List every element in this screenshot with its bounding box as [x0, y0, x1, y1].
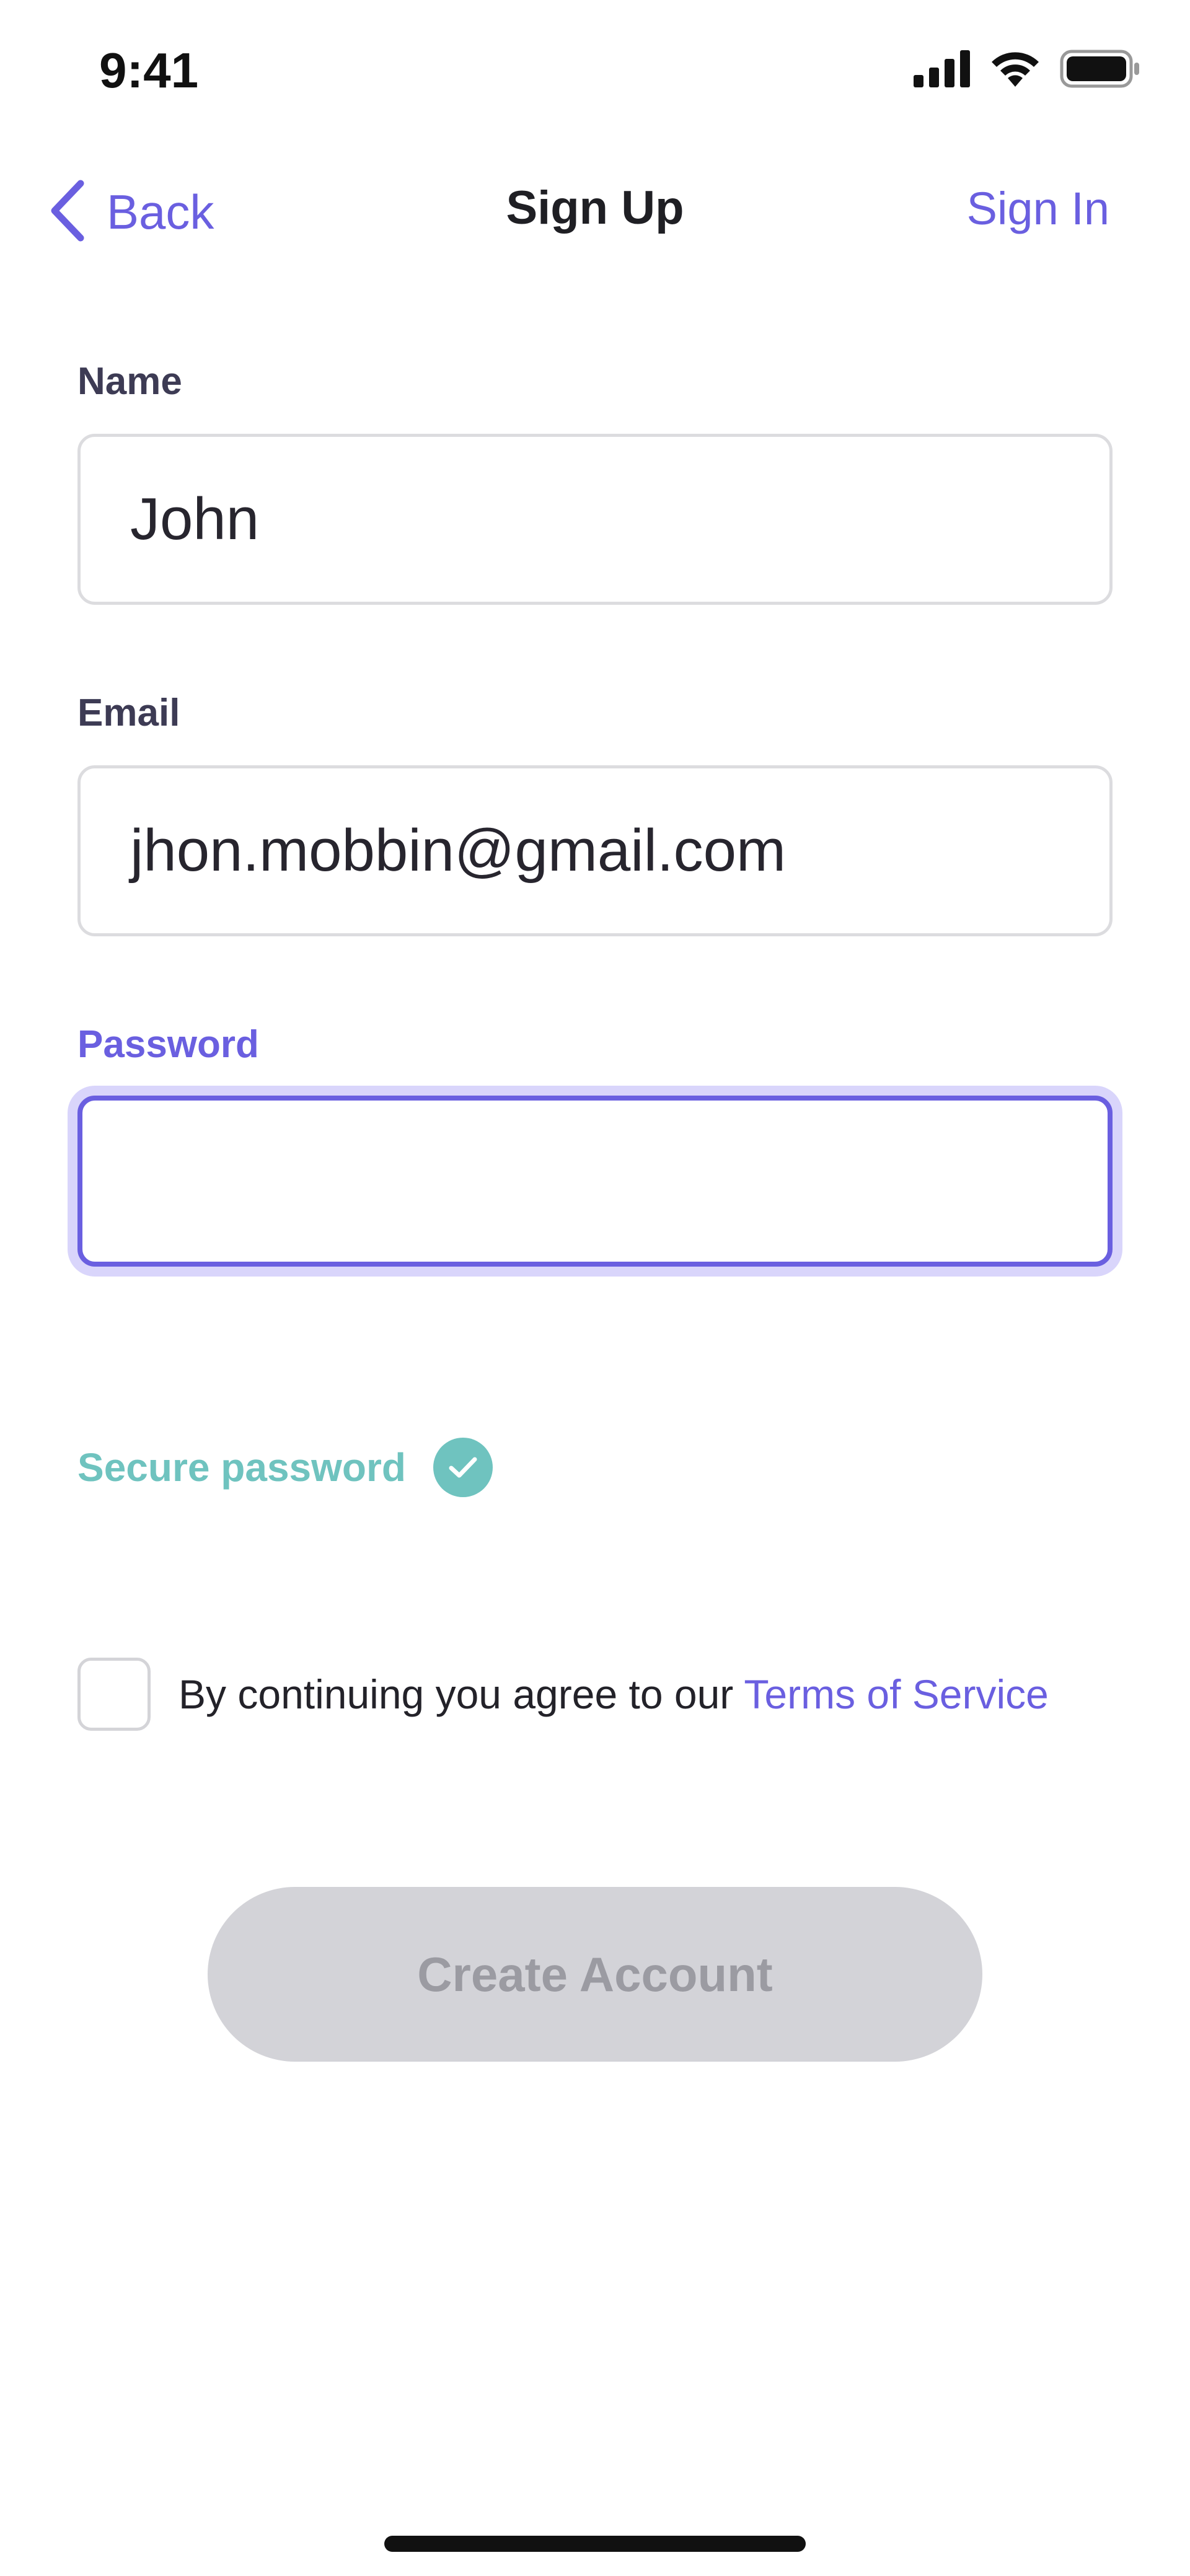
- email-label: Email: [77, 692, 180, 734]
- name-value: John: [130, 486, 260, 552]
- terms-prefix: By continuing you agree to our: [178, 1671, 744, 1717]
- wifi-icon: [989, 50, 1041, 91]
- terms-text: By continuing you agree to our Terms of …: [178, 1671, 1049, 1718]
- terms-checkbox[interactable]: [77, 1658, 151, 1731]
- battery-icon: [1060, 50, 1140, 91]
- cellular-signal-icon: [914, 50, 971, 90]
- email-value: jhon.mobbin@gmail.com: [130, 817, 786, 884]
- password-strength-text: Secure password: [77, 1445, 406, 1490]
- password-label: Password: [77, 1023, 259, 1066]
- sign-in-link[interactable]: Sign In: [967, 182, 1109, 235]
- password-strength-indicator: Secure password: [77, 1438, 493, 1497]
- password-field[interactable]: [77, 1096, 1113, 1267]
- status-time: 9:41: [99, 43, 199, 98]
- home-indicator: [384, 2536, 806, 2552]
- create-account-button[interactable]: Create Account: [208, 1887, 982, 2062]
- password-input[interactable]: [132, 1146, 1108, 1216]
- email-field[interactable]: jhon.mobbin@gmail.com: [77, 765, 1113, 936]
- terms-row: By continuing you agree to our Terms of …: [77, 1658, 1049, 1731]
- checkmark-circle-icon: [433, 1438, 493, 1497]
- status-icons: [914, 50, 1140, 91]
- name-field[interactable]: John: [77, 434, 1113, 605]
- name-label: Name: [77, 360, 182, 403]
- terms-of-service-link[interactable]: Terms of Service: [744, 1671, 1048, 1717]
